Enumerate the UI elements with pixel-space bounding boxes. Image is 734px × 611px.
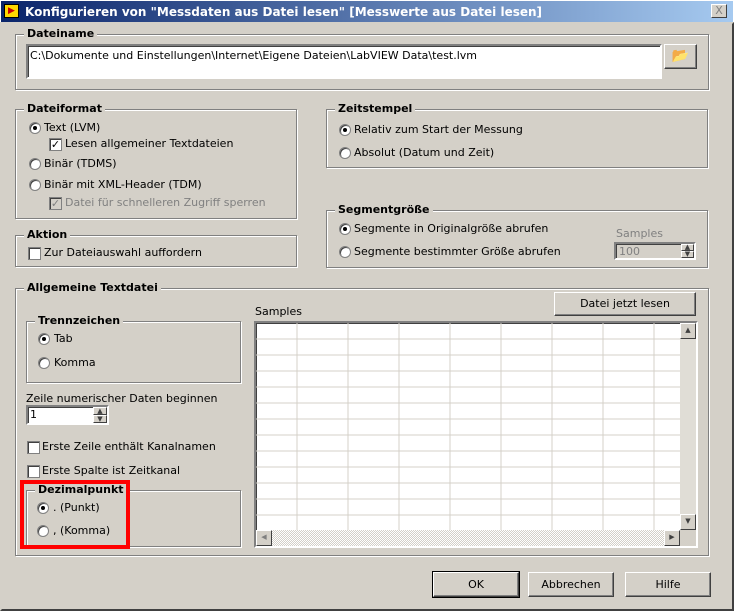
table-grid-lines [256,323,680,530]
label-erste-zeile: Erste Zeile enthält Kanalnamen [42,440,216,453]
scroll-up-button[interactable]: ▲ [680,323,696,339]
label-auffordern: Zur Dateiauswahl auffordern [44,246,202,259]
zeile-decrement-button[interactable]: ▼ [93,415,107,423]
radio-bestimmte-groesse[interactable] [339,246,351,258]
checkbox-sperren[interactable]: ✓ [49,197,62,210]
checkbox-auffordern[interactable] [28,247,41,260]
hilfe-button[interactable]: Hilfe [625,572,711,597]
radio-originalgroesse[interactable] [339,223,351,235]
samples-decrement-button[interactable]: ▼ [681,251,694,258]
label-text-lvm: Text (LVM) [44,121,101,134]
horizontal-scrollbar[interactable] [256,530,680,546]
radio-binaer-tdms[interactable] [29,158,41,170]
radio-absolut[interactable] [339,147,351,159]
label-tab: Tab [54,332,73,345]
label-binaer-tdms: Binär (TDMS) [44,157,117,170]
window-title: Konfigurieren von "Messdaten aus Datei l… [25,5,543,19]
label-originalgroesse: Segmente in Originalgröße abrufen [354,222,549,235]
dateiname-legend: Dateiname [24,27,98,41]
scroll-corner [680,530,696,546]
zeitstempel-legend: Zeitstempel [335,102,416,116]
highlight-box [20,480,130,549]
checkbox-lesen-allgemein[interactable]: ✓ [49,138,62,151]
radio-komma-trenn[interactable] [38,357,50,369]
checkbox-erste-zeile[interactable] [27,441,40,454]
trennzeichen-group: Trennzeichen [26,314,241,383]
trennzeichen-legend: Trennzeichen [35,314,124,328]
label-erste-spalte: Erste Spalte ist Zeitkanal [42,464,181,477]
samples-table-label: Samples [255,305,302,318]
label-lesen-allgemein: Lesen allgemeiner Textdateien [65,137,234,150]
label-absolut: Absolut (Datum und Zeit) [354,146,495,159]
folder-open-icon: 📂 [671,48,690,64]
label-bestimmte-groesse: Segmente bestimmter Größe abrufen [354,245,561,258]
label-binaer-xml: Binär mit XML-Header (TDM) [44,178,202,191]
vertical-scrollbar[interactable] [680,323,696,530]
datei-jetzt-lesen-button[interactable]: Datei jetzt lesen [554,292,696,316]
checkbox-erste-spalte[interactable] [27,465,40,478]
scroll-right-button[interactable]: ▶ [664,530,680,546]
zeile-increment-button[interactable]: ▲ [93,407,107,415]
dateiformat-legend: Dateiformat [24,102,105,116]
samples-table[interactable]: ▲ ▼ ◀ ▶ [254,321,698,548]
segment-legend: Segmentgröße [335,203,433,217]
zeile-label: Zeile numerischer Daten beginnen [26,392,218,405]
labview-app-icon: ▶ [4,4,19,18]
label-komma-trenn: Komma [54,356,96,369]
abbrechen-button[interactable]: Abbrechen [528,572,614,597]
scroll-down-button[interactable]: ▼ [680,514,696,530]
browse-folder-button[interactable]: 📂 [664,44,697,69]
aktion-legend: Aktion [24,228,71,242]
scroll-left-button[interactable]: ◀ [256,530,272,546]
close-button[interactable]: X [711,4,727,18]
label-relativ: Relativ zum Start der Messung [354,123,523,136]
file-path-input[interactable]: C:\Dokumente und Einstellungen\Internet\… [26,44,662,79]
radio-text-lvm[interactable] [29,122,41,134]
title-bar: Konfigurieren von "Messdaten aus Datei l… [0,0,734,22]
radio-tab[interactable] [38,333,50,345]
ok-button[interactable]: OK [432,571,520,598]
label-sperren: Datei für schnelleren Zugriff sperren [65,196,266,209]
samples-size-label: Samples [616,227,663,240]
allgemeine-legend: Allgemeine Textdatei [24,281,161,295]
radio-relativ[interactable] [339,124,351,136]
radio-binaer-xml[interactable] [29,179,41,191]
